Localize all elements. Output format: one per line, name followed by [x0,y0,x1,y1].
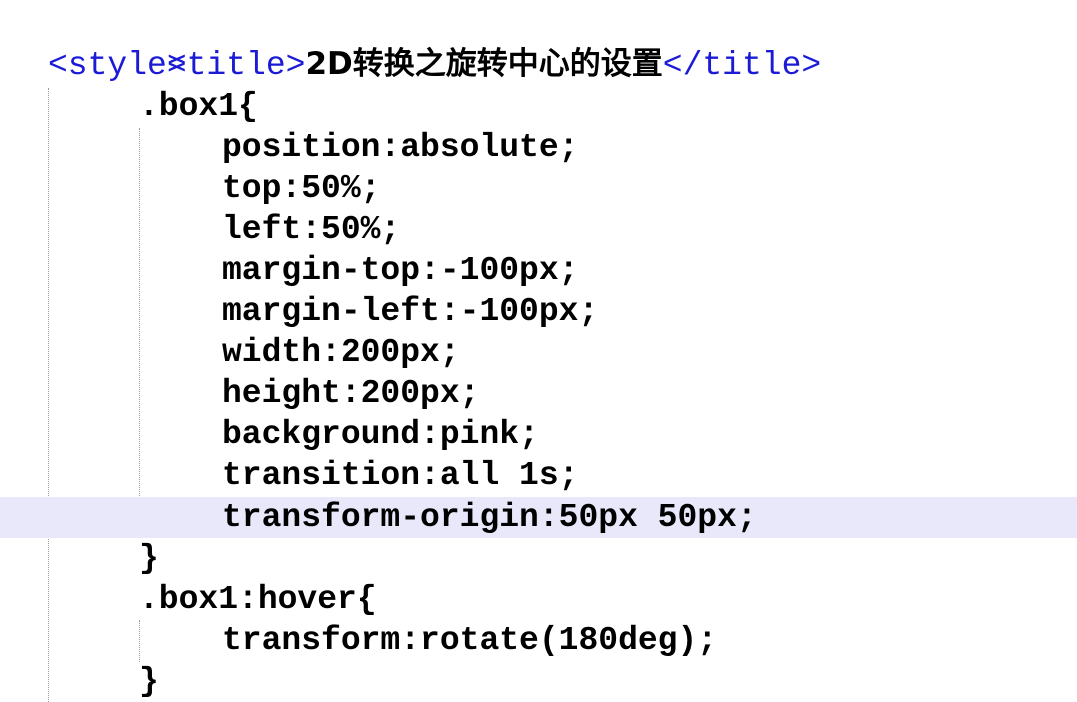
code-line-declaration[interactable]: margin-left:-100px; [0,291,1077,332]
declaration-background: background:pink; [222,416,539,453]
declaration-transform: transform:rotate(180deg); [222,622,718,659]
code-line-declaration[interactable]: width:200px; [0,332,1077,373]
code-line-style-open[interactable]: <style> [0,45,1077,86]
style-open-tag: <style> [48,47,187,84]
close-brace: } [139,663,159,700]
code-line-declaration[interactable]: position:absolute; [0,127,1077,168]
selector-box1-hover: .box1:hover{ [139,581,377,618]
code-line-declaration[interactable]: background:pink; [0,414,1077,455]
declaration-top: top:50%; [222,170,381,207]
declaration-left: left:50%; [222,211,401,248]
code-line-declaration[interactable]: margin-top:-100px; [0,250,1077,291]
code-line-title[interactable]: <title>2D转换之旋转中心的设置</title> [0,3,1077,84]
declaration-transform-origin: transform-origin:50px 50px; [222,499,757,536]
code-line-close-brace[interactable]: } [0,661,1077,702]
declaration-margin-top: margin-top:-100px; [222,252,579,289]
close-brace: } [139,540,159,577]
code-line-declaration[interactable]: height:200px; [0,373,1077,414]
code-line-selector[interactable]: .box1{ [0,86,1077,127]
code-line-declaration[interactable]: transform:rotate(180deg); [0,620,1077,661]
declaration-position: position:absolute; [222,129,579,166]
declaration-transition: transition:all 1s; [222,457,579,494]
declaration-width: width:200px; [222,334,460,371]
code-line-declaration[interactable]: top:50%; [0,168,1077,209]
selector-box1: .box1{ [139,88,258,125]
code-editor[interactable]: <title>2D转换之旋转中心的设置</title> <style> .box… [0,0,1077,702]
code-line-close-brace[interactable]: } [0,538,1077,579]
code-line-selector[interactable]: .box1:hover{ [0,579,1077,620]
declaration-height: height:200px; [222,375,480,412]
code-line-declaration[interactable]: transition:all 1s; [0,455,1077,496]
declaration-margin-left: margin-left:-100px; [222,293,599,330]
code-line-declaration[interactable]: left:50%; [0,209,1077,250]
code-line-current[interactable]: transform-origin:50px 50px; [0,497,1077,538]
